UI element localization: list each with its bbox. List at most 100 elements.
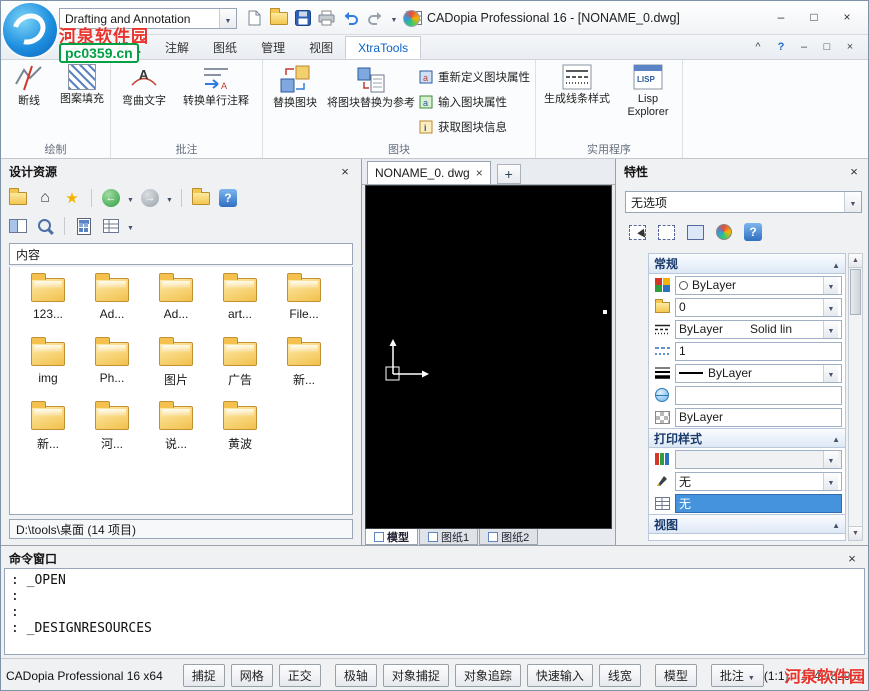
- ribbon-collapse-icon[interactable]: ^: [748, 38, 768, 56]
- tab-annotate[interactable]: 注解: [153, 36, 201, 59]
- folder-item[interactable]: Ad...: [80, 271, 144, 335]
- close-button[interactable]: ×: [832, 6, 862, 28]
- generate-linestyle-button[interactable]: 生成线条样式: [542, 64, 612, 106]
- print-button[interactable]: [316, 8, 337, 29]
- doc-restore-button[interactable]: □: [817, 38, 837, 56]
- search-button[interactable]: [34, 215, 56, 237]
- undo-button[interactable]: [340, 8, 361, 29]
- calculator-button[interactable]: [73, 215, 95, 237]
- folder-item[interactable]: 说...: [144, 399, 208, 463]
- ortho-toggle[interactable]: 正交: [278, 664, 321, 687]
- new-tab-button[interactable]: +: [496, 164, 521, 184]
- folder-item[interactable]: art...: [208, 271, 272, 335]
- folder-item[interactable]: 河...: [80, 399, 144, 463]
- chevron-down-icon[interactable]: [823, 298, 838, 316]
- lineweight-toggle[interactable]: 线宽: [598, 664, 641, 687]
- annotation-toggle[interactable]: 批注: [710, 664, 764, 687]
- object-snap-toggle[interactable]: 对象捕捉: [382, 664, 449, 687]
- chevron-down-icon[interactable]: [219, 9, 236, 28]
- layer-select[interactable]: 0: [675, 297, 842, 317]
- folder-item[interactable]: img: [16, 335, 80, 399]
- document-tab[interactable]: NONAME_0. dwg ×: [367, 161, 491, 184]
- back-dropdown-icon[interactable]: [127, 191, 134, 205]
- linetype-select[interactable]: ByLayer Solid lin: [675, 319, 842, 339]
- layout-tab-model[interactable]: 模型: [365, 529, 418, 545]
- grid-toggle[interactable]: 网格: [230, 664, 273, 687]
- folder-item[interactable]: 123...: [16, 271, 80, 335]
- tab-sheet[interactable]: 图纸: [201, 36, 249, 59]
- collapse-icon[interactable]: [832, 257, 840, 271]
- transparency-input[interactable]: ByLayer: [675, 407, 842, 427]
- tab-view[interactable]: 视图: [297, 36, 345, 59]
- select-filter-button[interactable]: [684, 221, 706, 243]
- block-to-reference-button[interactable]: 将图块替换为参考: [325, 64, 417, 110]
- folder-item[interactable]: 新...: [272, 335, 336, 399]
- replace-block-button[interactable]: 替换图块: [267, 64, 323, 110]
- open-folder-button[interactable]: [7, 187, 29, 209]
- load-drawing-button[interactable]: [190, 187, 212, 209]
- properties-scrollbar[interactable]: [848, 253, 863, 541]
- model-toggle[interactable]: 模型: [654, 664, 697, 687]
- break-line-button[interactable]: 断线: [6, 64, 52, 108]
- resources-help-button[interactable]: [217, 187, 239, 209]
- save-button[interactable]: [292, 8, 313, 29]
- plot-table-value[interactable]: 无: [675, 493, 842, 513]
- folder-item[interactable]: Ad...: [144, 271, 208, 335]
- quick-input-toggle[interactable]: 快速输入: [526, 664, 593, 687]
- tab-manage[interactable]: 管理: [249, 36, 297, 59]
- help-icon[interactable]: ?: [771, 38, 791, 56]
- properties-help-button[interactable]: [742, 221, 764, 243]
- minimize-button[interactable]: –: [766, 6, 796, 28]
- tab-xtratools[interactable]: XtraTools: [345, 36, 422, 59]
- linetype-scale-input[interactable]: 1: [675, 341, 842, 361]
- forward-button[interactable]: [139, 187, 161, 209]
- curved-text-button[interactable]: A 弯曲文字: [117, 64, 171, 108]
- plot-color-select[interactable]: [675, 449, 842, 469]
- hyperlink-input[interactable]: [675, 385, 842, 405]
- snap-toggle[interactable]: 捕捉: [182, 664, 225, 687]
- maximize-button[interactable]: □: [799, 6, 829, 28]
- layout-tab-sheet1[interactable]: 图纸1: [419, 529, 479, 545]
- redo-button[interactable]: [364, 8, 385, 29]
- close-icon[interactable]: ×: [337, 164, 353, 179]
- close-icon[interactable]: ×: [846, 164, 862, 179]
- favorites-button[interactable]: [61, 187, 83, 209]
- view-mode-dropdown-icon[interactable]: [127, 219, 134, 233]
- input-attributes-button[interactable]: a 输入图块属性: [419, 89, 530, 114]
- scrollbar-thumb[interactable]: [850, 269, 861, 315]
- select-objects-button[interactable]: [626, 221, 648, 243]
- drawing-canvas[interactable]: [365, 185, 612, 529]
- layout-tab-sheet2[interactable]: 图纸2: [479, 529, 539, 545]
- polar-toggle[interactable]: 极轴: [334, 664, 377, 687]
- doc-close-button[interactable]: ×: [840, 38, 860, 56]
- command-input-area[interactable]: : _OPEN : : : _DESIGNRESOURCES: [4, 568, 865, 655]
- open-button[interactable]: [268, 7, 289, 29]
- collapse-icon[interactable]: [832, 517, 840, 531]
- tab-close-icon[interactable]: ×: [476, 166, 483, 180]
- folder-item[interactable]: 广告: [208, 335, 272, 399]
- settings-button[interactable]: [713, 221, 735, 243]
- lineweight-select[interactable]: ByLayer: [675, 363, 842, 383]
- hatch-button[interactable]: 图案填充: [57, 64, 107, 106]
- get-block-info-button[interactable]: i 获取图块信息: [419, 114, 530, 139]
- folder-item[interactable]: File...: [272, 271, 336, 335]
- selection-combo[interactable]: 无选项: [625, 191, 862, 213]
- view-mode-button[interactable]: [100, 215, 122, 237]
- redefine-attributes-button[interactable]: a 重新定义图块属性: [419, 64, 530, 89]
- folder-item[interactable]: 新...: [16, 399, 80, 463]
- folder-item[interactable]: Ph...: [80, 335, 144, 399]
- object-tracking-toggle[interactable]: 对象追踪: [454, 664, 521, 687]
- chevron-down-icon[interactable]: [748, 669, 755, 683]
- chevron-down-icon[interactable]: [823, 472, 838, 490]
- toggle-panes-button[interactable]: [7, 215, 29, 237]
- collapse-icon[interactable]: [832, 431, 840, 445]
- back-button[interactable]: [100, 187, 122, 209]
- convert-note-button[interactable]: A 转换单行注释: [175, 64, 257, 108]
- home-button[interactable]: [34, 187, 56, 209]
- scroll-down-icon[interactable]: [849, 526, 862, 540]
- plot-style-select[interactable]: 无: [675, 471, 842, 491]
- qat-dropdown-icon[interactable]: [388, 8, 400, 29]
- chevron-down-icon[interactable]: [823, 364, 838, 382]
- folder-item[interactable]: 黄波: [208, 399, 272, 463]
- quick-select-button[interactable]: [655, 221, 677, 243]
